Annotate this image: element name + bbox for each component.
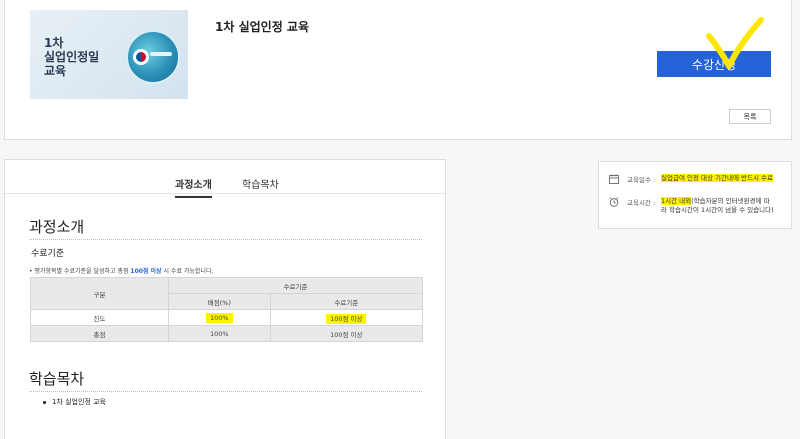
divider xyxy=(29,239,422,240)
course-title: 1차 실업인정 교육 xyxy=(215,20,309,34)
info-time-row: 교육시간 : 1시간 내외(학습자분의 인터넷환경에 따라 학습시간이 1시간이… xyxy=(609,197,774,215)
tab-bar: 과정소개 학습목차 xyxy=(5,160,445,198)
period-label: 교육일수 : xyxy=(627,176,656,184)
table-header-standard: 수료기준 xyxy=(269,293,424,310)
table-row: 총점 100% 100점 이상 xyxy=(30,325,424,342)
thumbnail-line-1: 1차 xyxy=(44,36,64,50)
course-detail-card: 과정소개 학습목차 과정소개 수료기준 • 평가항목별 수료기준을 달성하고 총… xyxy=(4,159,446,439)
checkmark-annotation-icon xyxy=(706,17,764,69)
thumbnail-line-3: 교육 xyxy=(44,64,67,78)
completion-criteria-label: 수료기준 xyxy=(31,249,65,259)
table-header-category: 구분 xyxy=(30,277,169,310)
info-period-row: 교육일수 : 실업급여 인정 대상 기간내에 반드시 수료 xyxy=(609,174,773,184)
period-value: 실업급여 인정 대상 기간내에 반드시 수료 xyxy=(661,174,773,182)
criteria-note: • 평가항목별 수료기준을 달성하고 총점 100점 이상 시 수료 가능합니다… xyxy=(29,268,214,275)
alarm-clock-icon xyxy=(609,197,619,207)
thumbnail-line-2: 실업인정일 xyxy=(44,50,100,64)
list-button[interactable]: 목록 xyxy=(729,109,771,124)
course-info-box: 교육일수 : 실업급여 인정 대상 기간내에 반드시 수료 교육시간 : 1시간… xyxy=(598,161,792,229)
tab-course-intro[interactable]: 과정소개 xyxy=(175,176,212,198)
toc-heading: 학습목차 xyxy=(29,370,85,388)
calendar-icon xyxy=(609,174,619,184)
course-header-card: 1차 실업인정일 교육 1차 실업인정 교육 수강신청 목록 xyxy=(4,0,792,140)
divider xyxy=(29,391,422,392)
time-label: 교육시간 : xyxy=(627,199,656,207)
thumbnail-title: 1차 실업인정일 교육 xyxy=(44,36,99,78)
government-emblem-image xyxy=(126,30,180,84)
list-item: 1차 실업인정 교육 xyxy=(43,397,106,407)
course-thumbnail: 1차 실업인정일 교육 xyxy=(30,10,188,99)
completion-criteria-table: 구분 수료기준 배점(%) 수료기준 진도 100% 100점 이상 총점 10… xyxy=(30,277,424,342)
table-header-weight: 배점(%) xyxy=(168,293,271,310)
time-value: 1시간 내외(학습자분의 인터넷환경에 따라 학습시간이 1시간이 넘을 수 있… xyxy=(661,197,774,214)
taegeuk-emblem-icon xyxy=(133,49,149,65)
table-row: 진도 100% 100점 이상 xyxy=(30,309,424,326)
tab-table-of-contents[interactable]: 학습목차 xyxy=(242,176,279,191)
table-header-criteria: 수료기준 xyxy=(168,277,423,294)
intro-heading: 과정소개 xyxy=(29,218,85,236)
